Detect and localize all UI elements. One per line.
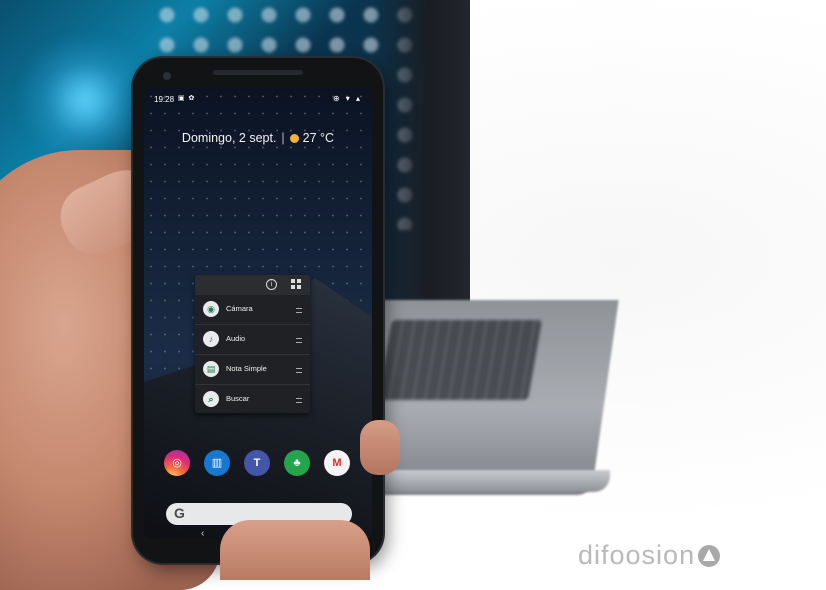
palm-edge	[220, 520, 370, 580]
phone: 19:28 ▣ ✿ ⊕ ▾ ▴ Domingo, 2 sept. | 27 °C i…	[133, 58, 383, 563]
front-camera	[163, 72, 171, 80]
instagram-app-icon[interactable]: ◎	[164, 450, 190, 476]
drag-handle-icon[interactable]	[296, 368, 302, 373]
status-time: 19:28	[154, 95, 175, 104]
drag-handle-icon[interactable]	[296, 308, 302, 313]
gmail-app-icon[interactable]: M	[324, 450, 350, 476]
drag-handle-icon[interactable]	[296, 398, 302, 403]
earpiece-speaker	[213, 70, 303, 75]
shortcut-camera[interactable]: ◉ Cámara	[195, 295, 310, 325]
laptop-edge	[355, 470, 610, 492]
shortcut-label: Cámara	[226, 304, 253, 313]
microphone-icon: ♪	[203, 331, 219, 347]
finger	[360, 420, 400, 475]
laptop-bezel	[372, 0, 470, 330]
google-logo-icon: G	[174, 505, 185, 521]
shortcut-label: Buscar	[226, 394, 250, 403]
shortcut-simple-note[interactable]: ▤ Nota Simple	[195, 355, 310, 385]
back-button[interactable]: ‹	[201, 528, 204, 538]
trello-app-icon[interactable]: ▥	[204, 450, 230, 476]
shortcut-label: Nota Simple	[226, 364, 267, 373]
widget-separator: |	[281, 131, 285, 145]
drag-handle-icon[interactable]	[296, 338, 302, 343]
shortcut-label: Audio	[226, 334, 246, 343]
popup-header: i	[195, 275, 310, 295]
watermark-logo-icon	[698, 545, 721, 567]
laptop-keyboard	[377, 320, 543, 400]
evernote-app-icon[interactable]: ♣	[284, 450, 310, 476]
status-system-icons: ⊕ ▾ ▴	[332, 94, 362, 103]
watermark: difoosion	[578, 540, 721, 571]
sun-icon	[289, 134, 299, 143]
shortcut-search[interactable]: ⌕ Buscar	[195, 385, 310, 414]
status-notification-icons: ▣ ✿	[178, 95, 196, 102]
search-icon: ⌕	[203, 391, 219, 407]
temperature-label[interactable]: 27 °C	[303, 131, 334, 145]
phone-screen: 19:28 ▣ ✿ ⊕ ▾ ▴ Domingo, 2 sept. | 27 °C i…	[144, 88, 372, 538]
at-a-glance-widget[interactable]: Domingo, 2 sept. | 27 °C	[144, 131, 372, 145]
watermark-text: difoosion	[578, 540, 696, 570]
teams-app-icon[interactable]: T	[244, 450, 270, 476]
app-dock: ◎ ▥ T ♣ M	[164, 450, 354, 482]
app-shortcuts-popup: i ◉ Cámara ♪ Audio ▤ Nota Simple ⌕ Busca…	[195, 275, 310, 413]
shortcut-audio[interactable]: ♪ Audio	[195, 325, 310, 355]
info-icon[interactable]: i	[266, 279, 277, 290]
note-icon: ▤	[203, 361, 219, 377]
date-label[interactable]: Domingo, 2 sept.	[182, 131, 277, 145]
camera-icon: ◉	[203, 301, 219, 317]
widgets-icon[interactable]	[291, 279, 301, 289]
